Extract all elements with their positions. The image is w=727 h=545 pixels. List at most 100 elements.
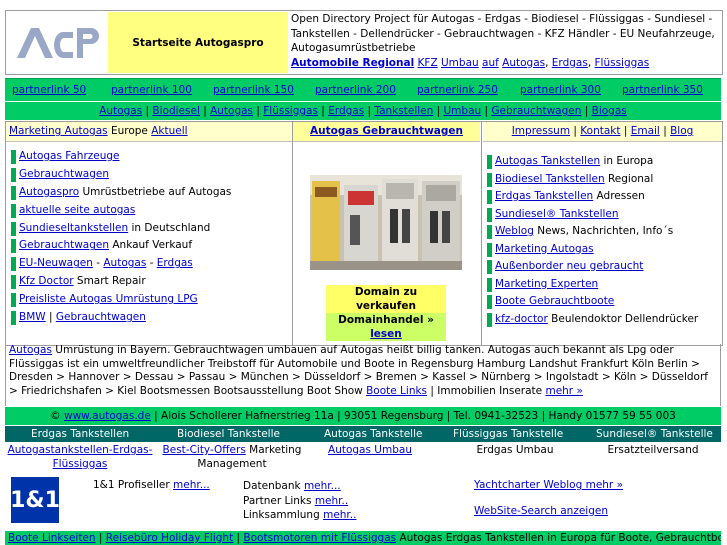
best-city-offers-link[interactable]: Best-City-Offers	[163, 444, 246, 456]
mehr-link[interactable]: mehr »	[545, 385, 582, 397]
list-link[interactable]: Kfz Doctor	[19, 275, 74, 287]
list-link[interactable]: Gebrauchtwagen	[56, 311, 146, 323]
cat-autogas-2[interactable]: Autogas	[210, 105, 253, 117]
email-link[interactable]: Email	[631, 125, 660, 137]
cat-tankstellen[interactable]: Tankstellen	[374, 105, 433, 117]
list-link[interactable]: Marketing Autogas	[495, 243, 594, 255]
odp-link-umbau[interactable]: Umbau	[441, 57, 479, 69]
cat-biodiesel[interactable]: Biodiesel	[152, 105, 199, 117]
list-link[interactable]: Erdgas	[157, 257, 193, 269]
list-item: BMW | Gebrauchtwagen	[9, 309, 231, 327]
list-link[interactable]: Biodiesel Tankstellen	[495, 173, 605, 185]
odp-link-erdgas[interactable]: Erdgas	[552, 57, 588, 69]
odp-link-automobile-regional[interactable]: Automobile Regional	[291, 57, 414, 69]
datenbank-text: Datenbank	[243, 480, 304, 492]
list-link[interactable]: BMW	[19, 311, 46, 323]
autogas-link[interactable]: Autogas	[9, 344, 52, 356]
list-link[interactable]: kfz-doctor	[495, 313, 548, 325]
nav-sundiesel-tankstelle[interactable]: Sundiesel® Tankstelle	[596, 428, 713, 440]
partnerlink-150[interactable]: partnerlink 150	[213, 84, 294, 96]
list-link[interactable]: Preisliste Autogas Umrüstung LPG	[19, 293, 198, 305]
blog-link[interactable]: Blog	[670, 125, 693, 137]
linksammlung-mehr-link[interactable]: mehr..	[323, 509, 356, 521]
list-link[interactable]: Marketing Experten	[495, 278, 598, 290]
website-search-link[interactable]: WebSite-Search anzeigen	[474, 505, 608, 517]
list-link[interactable]: Autogas Fahrzeuge	[19, 150, 120, 162]
list-item: Kfz Doctor Smart Repair	[9, 273, 231, 291]
odp-description: Open Directory Project für Autogas - Erd…	[291, 13, 715, 69]
cat-gebrauchtwagen[interactable]: Gebrauchtwagen	[491, 105, 581, 117]
list-link[interactable]: Boote Gebrauchtboote	[495, 295, 614, 307]
list-item: Sundiesel® Tankstellen	[485, 206, 698, 224]
list-link[interactable]: Erdgas Tankstellen	[495, 190, 593, 202]
list-link[interactable]: Sundieseltankstellen	[19, 222, 128, 234]
boote-links-link[interactable]: Boote Links	[366, 385, 427, 397]
center-column-header: Autogas Gebrauchtwagen	[293, 122, 480, 142]
odp-link-kfz[interactable]: KFZ	[418, 57, 438, 69]
lesen-link[interactable]: lesen	[370, 328, 402, 340]
main-columns: Marketing Autogas Europe Aktuell Autogas…	[5, 121, 723, 346]
list-item: Weblog News, Nachrichten, Info´s	[485, 223, 698, 241]
list-link[interactable]: Außenborder neu gebraucht	[495, 260, 643, 272]
yachtcharter-link[interactable]: Yachtcharter Weblog mehr »	[474, 479, 623, 491]
list-item: Biodiesel Tankstellen Regional	[485, 171, 698, 189]
autogas-gebrauchtwagen-link[interactable]: Autogas Gebrauchtwagen	[310, 125, 463, 137]
partner-links-mehr-link[interactable]: mehr..	[315, 495, 348, 507]
gas-pump-image[interactable]	[310, 175, 462, 270]
list-link[interactable]: Weblog	[495, 225, 534, 237]
acp-logo[interactable]	[7, 12, 107, 73]
partnerlink-50[interactable]: partnerlink 50	[12, 84, 86, 96]
autogastankstellen-link[interactable]: Autogastankstellen-Erdgas-Flüssiggas	[8, 444, 153, 470]
profiseller-mehr-link[interactable]: mehr...	[173, 479, 210, 491]
body-text: Umrüstung in Bayern. Gebrauchtwagen umba…	[9, 344, 708, 397]
cat-autogas[interactable]: Autogas	[99, 105, 142, 117]
impressum-link[interactable]: Impressum	[512, 125, 570, 137]
list-link[interactable]: aktuelle seite autogas	[19, 204, 135, 216]
list-link[interactable]: Autogas Tankstellen	[495, 155, 600, 167]
start-label: Startseite Autogaspro	[132, 36, 264, 49]
list-item: Marketing Experten	[485, 276, 698, 294]
list-link[interactable]: EU-Neuwagen	[19, 257, 93, 269]
list-text: Adressen	[593, 190, 645, 202]
partnerlink-250[interactable]: partnerlink 250	[417, 84, 498, 96]
aktuell-link[interactable]: Aktuell	[151, 125, 187, 137]
nav-fluessiggas-tankstelle[interactable]: Flüssiggas Tankstelle	[453, 428, 563, 440]
list-link[interactable]: Autogaspro	[19, 186, 79, 198]
odp-link-auf[interactable]: auf	[482, 57, 499, 69]
cat-umbau[interactable]: Umbau	[443, 105, 481, 117]
profiseller: 1&1 Profiseller mehr...	[93, 479, 210, 491]
list-link[interactable]: Gebrauchtwagen	[19, 168, 109, 180]
partnerlink-200[interactable]: partnerlink 200	[315, 84, 396, 96]
list-item: kfz-doctor Beulendoktor Dellendrücker	[485, 311, 698, 329]
autogas-umbau-link[interactable]: Autogas Umbau	[328, 444, 412, 456]
nav-autogas-tankstelle[interactable]: Autogas Tankstelle	[324, 428, 422, 440]
start-autogaspro[interactable]: Startseite Autogaspro	[108, 12, 288, 73]
body-paragraph: Autogas Umrüstung in Bayern. Gebrauchtwa…	[5, 344, 721, 406]
list-link[interactable]: Gebrauchtwagen	[19, 239, 109, 251]
nav-erdgas-tankstellen[interactable]: Erdgas Tankstellen	[31, 428, 129, 440]
nav-biodiesel-tankstelle[interactable]: Biodiesel Tankstelle	[177, 428, 280, 440]
cat-erdgas[interactable]: Erdgas	[328, 105, 364, 117]
partnerlink-100[interactable]: partnerlink 100	[111, 84, 192, 96]
list-item: Erdgas Tankstellen Adressen	[485, 188, 698, 206]
odp-link-fluessiggas[interactable]: Flüssiggas	[595, 57, 650, 69]
kontakt-link[interactable]: Kontakt	[580, 125, 620, 137]
list-link[interactable]: Autogas	[103, 257, 146, 269]
bootsmotoren-link[interactable]: Bootsmotoren mit Flüssiggas	[243, 532, 396, 544]
row-cell: Best-City-Offers Marketing Management	[157, 444, 307, 471]
cat-fluessiggas[interactable]: Flüssiggas	[263, 105, 318, 117]
reisebuero-link[interactable]: Reisebüro Holiday Flight	[106, 532, 233, 544]
cat-biogas[interactable]: Biogas	[592, 105, 627, 117]
list-item: EU-Neuwagen - Autogas - Erdgas	[9, 255, 231, 273]
marketing-autogas-link[interactable]: Marketing Autogas	[9, 125, 108, 137]
partnerlink-300[interactable]: partnerlink 300	[520, 84, 601, 96]
boote-linkseiten-link[interactable]: Boote Linkseiten	[8, 532, 96, 544]
domainhandel-line: Domainhandel » lesen	[326, 313, 446, 341]
partnerlink-350[interactable]: partnerlink 350	[622, 84, 703, 96]
list-text: in Europa	[600, 155, 654, 167]
datenbank-mehr-link[interactable]: mehr...	[304, 480, 341, 492]
one-and-one-logo[interactable]: 1&1	[10, 477, 60, 523]
odp-link-autogas[interactable]: Autogas	[502, 57, 545, 69]
list-link[interactable]: Sundiesel® Tankstellen	[495, 208, 619, 220]
autogas-de-link[interactable]: www.autogas.de	[64, 410, 151, 422]
